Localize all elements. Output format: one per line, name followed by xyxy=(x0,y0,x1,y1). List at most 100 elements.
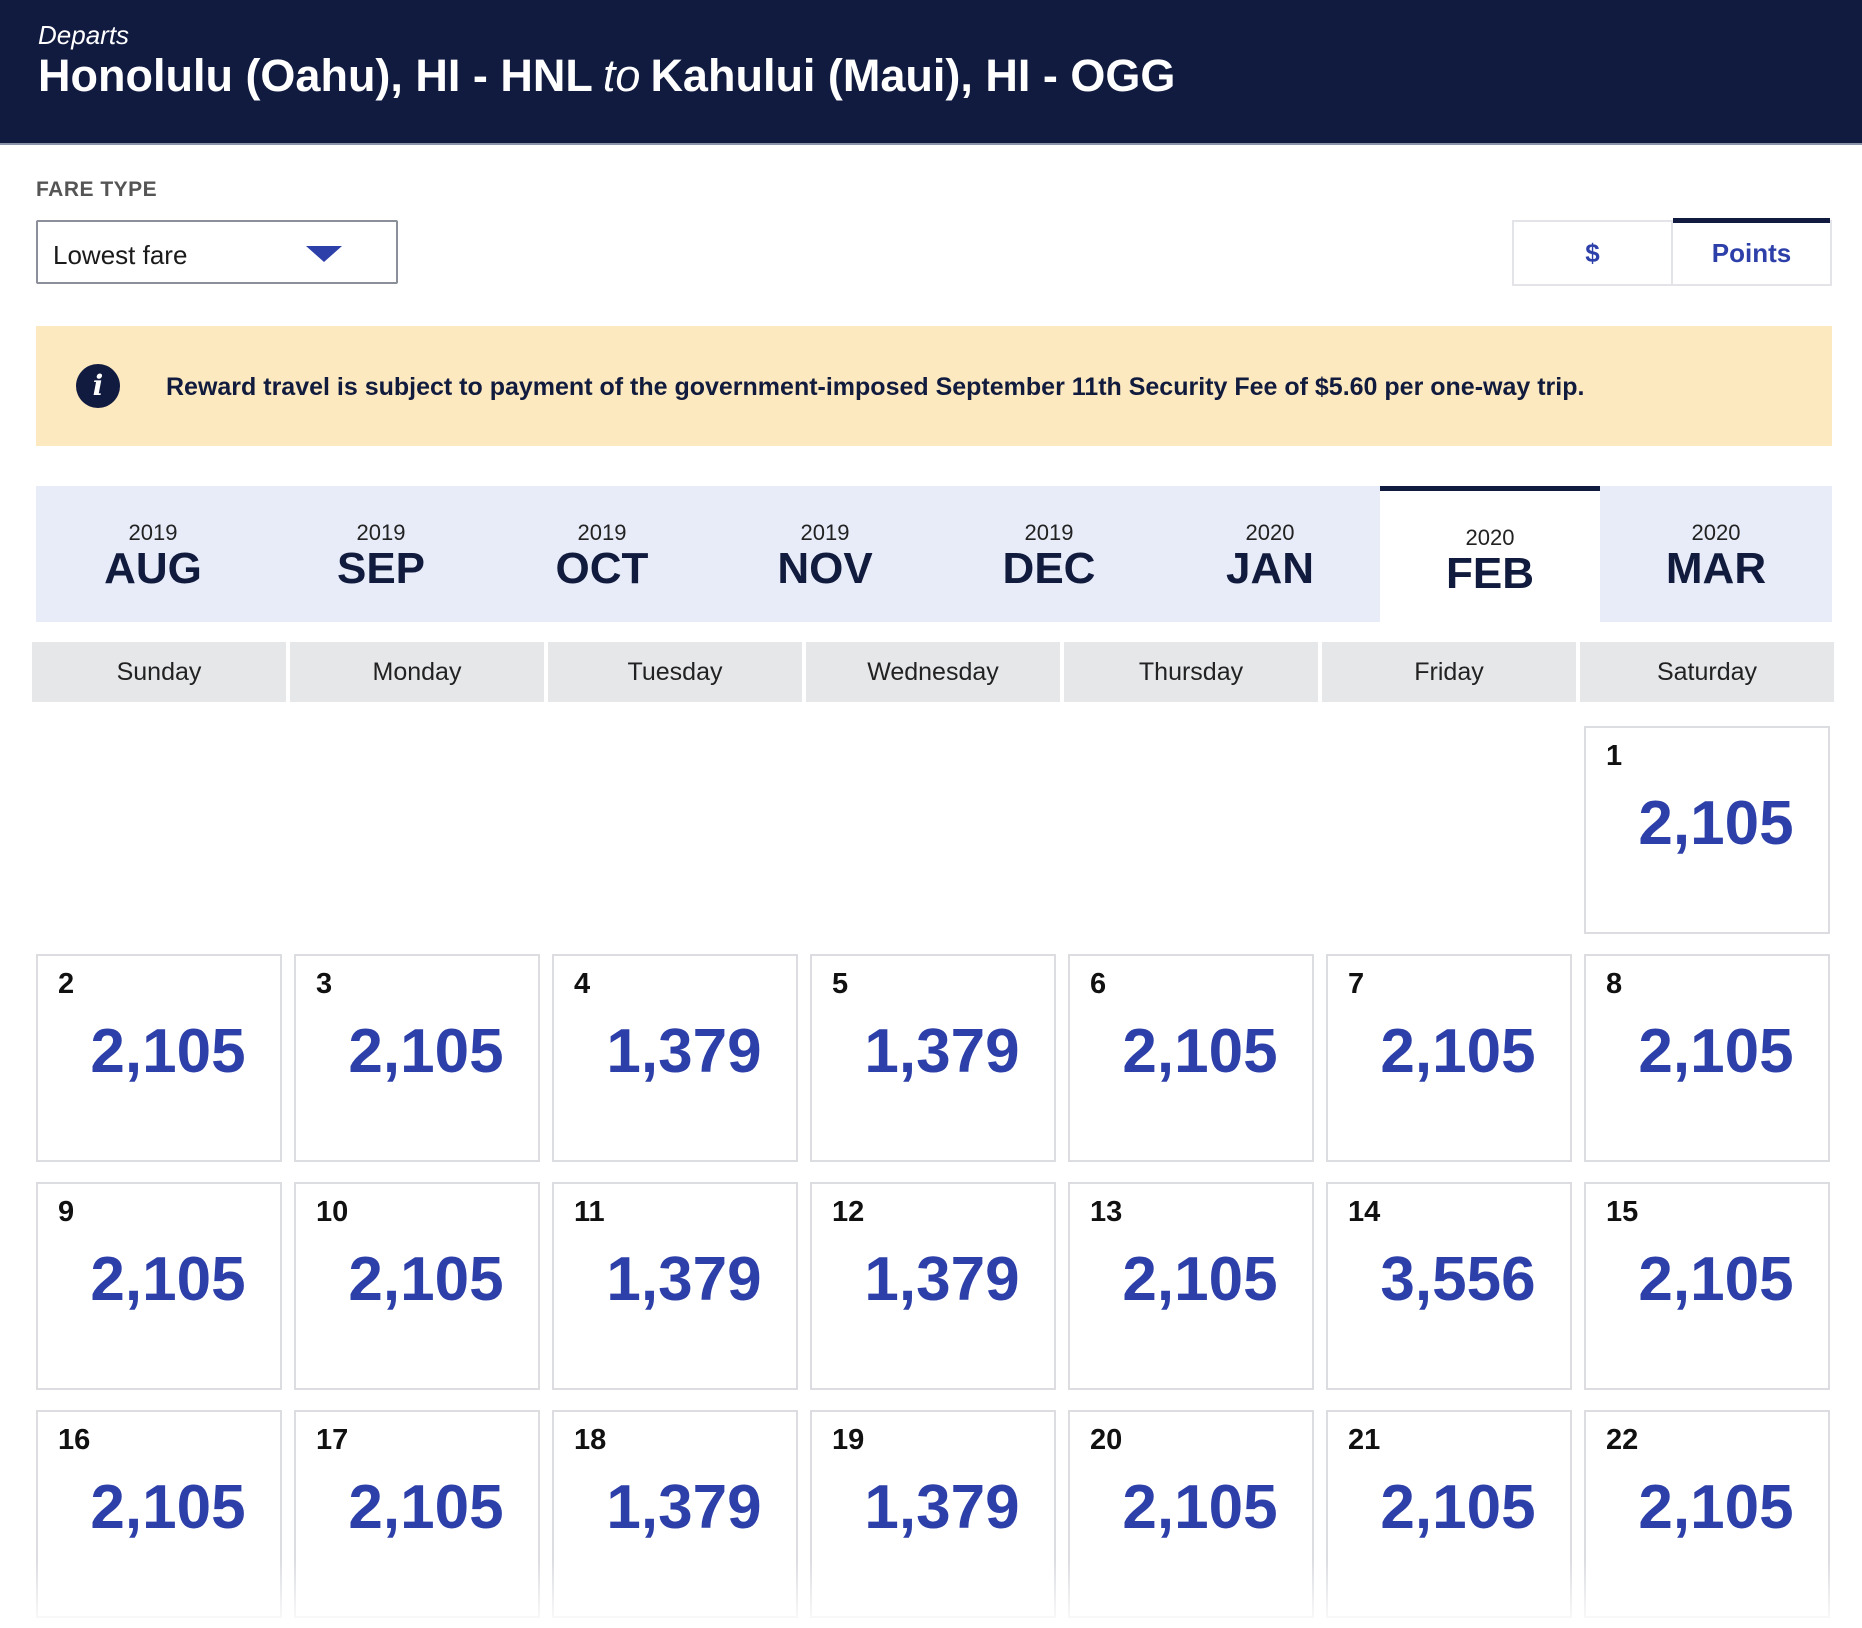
day-number: 7 xyxy=(1348,968,1365,1000)
security-fee-notice: i Reward travel is subject to payment of… xyxy=(36,326,1832,446)
day-number: 19 xyxy=(832,1424,865,1456)
notice-text: Reward travel is subject to payment of t… xyxy=(166,373,1585,401)
day-points-price: 2,105 xyxy=(90,1473,246,1542)
month-tab-year: 2019 xyxy=(577,520,627,545)
month-tab-label: FEB xyxy=(1446,549,1534,598)
calendar-day-cell[interactable]: 18 1,379 xyxy=(552,1410,798,1618)
month-tab-year: 2020 xyxy=(1245,520,1295,545)
day-points-price: 2,105 xyxy=(1380,1473,1536,1542)
day-points-price: 1,379 xyxy=(864,1473,1020,1542)
fare-type-select[interactable]: Lowest fare xyxy=(36,220,398,284)
dollar-toggle-button[interactable]: $ xyxy=(1514,222,1673,284)
month-tab-label: SEP xyxy=(336,544,426,593)
day-points-price: 2,105 xyxy=(1380,1017,1536,1086)
calendar-day-cell[interactable]: 12 1,379 xyxy=(810,1182,1056,1390)
day-number: 13 xyxy=(1090,1196,1123,1228)
day-points-price: 2,105 xyxy=(90,1245,246,1314)
day-number: 3 xyxy=(316,968,333,1000)
month-tab-label: DEC xyxy=(1002,544,1096,593)
calendar-day-cell[interactable]: 21 2,105 xyxy=(1326,1410,1572,1618)
day-points-price: 1,379 xyxy=(864,1245,1020,1314)
calendar-day-cell[interactable]: 13 2,105 xyxy=(1068,1182,1314,1390)
calendar-day-cell[interactable]: 14 3,556 xyxy=(1326,1182,1572,1390)
day-points-price: 2,105 xyxy=(348,1245,504,1314)
month-tab-label: MAR xyxy=(1665,544,1767,593)
month-tab-label: AUG xyxy=(104,544,202,593)
month-tab-jan[interactable]: 2020 JAN xyxy=(1160,486,1380,622)
day-points-price: 1,379 xyxy=(606,1473,762,1542)
weekday-thursday: Thursday xyxy=(1064,642,1318,702)
calendar-day-cell[interactable]: 7 2,105 xyxy=(1326,954,1572,1162)
day-number: 6 xyxy=(1090,968,1107,1000)
calendar-day-cell[interactable]: 16 2,105 xyxy=(36,1410,282,1618)
route-header: Departs Honolulu (Oahu), HI - HNL to Kahul… xyxy=(0,0,1862,145)
currency-toggle: $ Points xyxy=(1512,218,1832,286)
month-tab-feb[interactable]: 2020 FEB xyxy=(1380,486,1600,622)
day-points-price: 2,105 xyxy=(348,1473,504,1542)
points-toggle-button[interactable]: Points xyxy=(1673,218,1830,284)
calendar-day-cell[interactable]: 6 2,105 xyxy=(1068,954,1314,1162)
day-number: 10 xyxy=(316,1196,349,1228)
month-tab-sep[interactable]: 2019 SEP xyxy=(270,486,492,622)
day-number: 22 xyxy=(1606,1424,1639,1456)
day-number: 16 xyxy=(58,1424,91,1456)
month-tab-year: 2019 xyxy=(1024,520,1074,545)
calendar-day-cell[interactable]: 17 2,105 xyxy=(294,1410,540,1618)
day-number: 18 xyxy=(574,1424,607,1456)
month-tab-label: NOV xyxy=(777,544,873,593)
month-selector: 2019 AUG 2019 SEP 2019 OCT 2019 NOV 2019 DEC 2020 J… xyxy=(36,486,1832,622)
departs-label: Departs xyxy=(38,20,130,50)
month-tab-year: 2020 xyxy=(1691,520,1741,545)
calendar-day-cell[interactable]: 9 2,105 xyxy=(36,1182,282,1390)
calendar-day-cell[interactable]: 22 2,105 xyxy=(1584,1410,1830,1618)
weekday-tuesday: Tuesday xyxy=(548,642,802,702)
calendar-day-cell[interactable]: 20 2,105 xyxy=(1068,1410,1314,1618)
day-number: 21 xyxy=(1348,1424,1381,1456)
route-connector: to xyxy=(602,50,641,101)
calendar-day-cell[interactable]: 1 2,105 xyxy=(1584,726,1830,934)
calendar-day-cell[interactable]: 8 2,105 xyxy=(1584,954,1830,1162)
month-tab-dec[interactable]: 2019 DEC xyxy=(938,486,1160,622)
day-points-price: 1,379 xyxy=(606,1017,762,1086)
day-points-price: 2,105 xyxy=(348,1017,504,1086)
day-number: 17 xyxy=(316,1424,349,1456)
calendar-day-cell[interactable]: 4 1,379 xyxy=(552,954,798,1162)
day-number: 4 xyxy=(574,968,591,1000)
calendar-day-cell[interactable]: 5 1,379 xyxy=(810,954,1056,1162)
fare-type-value: Lowest fare xyxy=(53,240,188,270)
day-number: 14 xyxy=(1348,1196,1381,1228)
month-tab-year: 2019 xyxy=(800,520,850,545)
calendar-day-cell[interactable]: 2 2,105 xyxy=(36,954,282,1162)
day-points-price: 2,105 xyxy=(1638,1245,1794,1314)
chevron-down-icon xyxy=(306,246,342,262)
destination: Kahului (Maui), HI - OGG xyxy=(650,50,1176,101)
day-number: 9 xyxy=(58,1196,75,1228)
calendar-day-cell[interactable]: 15 2,105 xyxy=(1584,1182,1830,1390)
day-points-price: 3,556 xyxy=(1380,1245,1536,1314)
month-tab-mar[interactable]: 2020 MAR xyxy=(1600,486,1832,622)
month-tab-year: 2020 xyxy=(1465,525,1515,550)
calendar-day-cell[interactable]: 10 2,105 xyxy=(294,1182,540,1390)
calendar-day-cell[interactable]: 11 1,379 xyxy=(552,1182,798,1390)
month-tab-aug[interactable]: 2019 AUG xyxy=(36,486,270,622)
day-points-price: 2,105 xyxy=(90,1017,246,1086)
day-number: 8 xyxy=(1606,968,1623,1000)
day-number: 20 xyxy=(1090,1424,1123,1456)
day-points-price: 2,105 xyxy=(1638,789,1794,858)
day-points-price: 1,379 xyxy=(606,1245,762,1314)
day-points-price: 2,105 xyxy=(1638,1473,1794,1542)
day-points-price: 2,105 xyxy=(1122,1473,1278,1542)
day-number: 1 xyxy=(1606,740,1623,772)
weekday-saturday: Saturday xyxy=(1580,642,1834,702)
calendar-day-cell[interactable]: 19 1,379 xyxy=(810,1410,1056,1618)
month-tab-nov[interactable]: 2019 NOV xyxy=(712,486,938,622)
day-number: 11 xyxy=(574,1196,605,1228)
month-tab-oct[interactable]: 2019 OCT xyxy=(492,486,712,622)
month-tab-year: 2019 xyxy=(356,520,406,545)
route-title: Honolulu (Oahu), HI - HNL to Kahului (Maui… xyxy=(38,50,1175,102)
weekday-wednesday: Wednesday xyxy=(806,642,1060,702)
info-icon: i xyxy=(76,364,120,408)
day-number: 12 xyxy=(832,1196,865,1228)
month-tab-label: OCT xyxy=(555,544,649,593)
calendar-day-cell[interactable]: 3 2,105 xyxy=(294,954,540,1162)
